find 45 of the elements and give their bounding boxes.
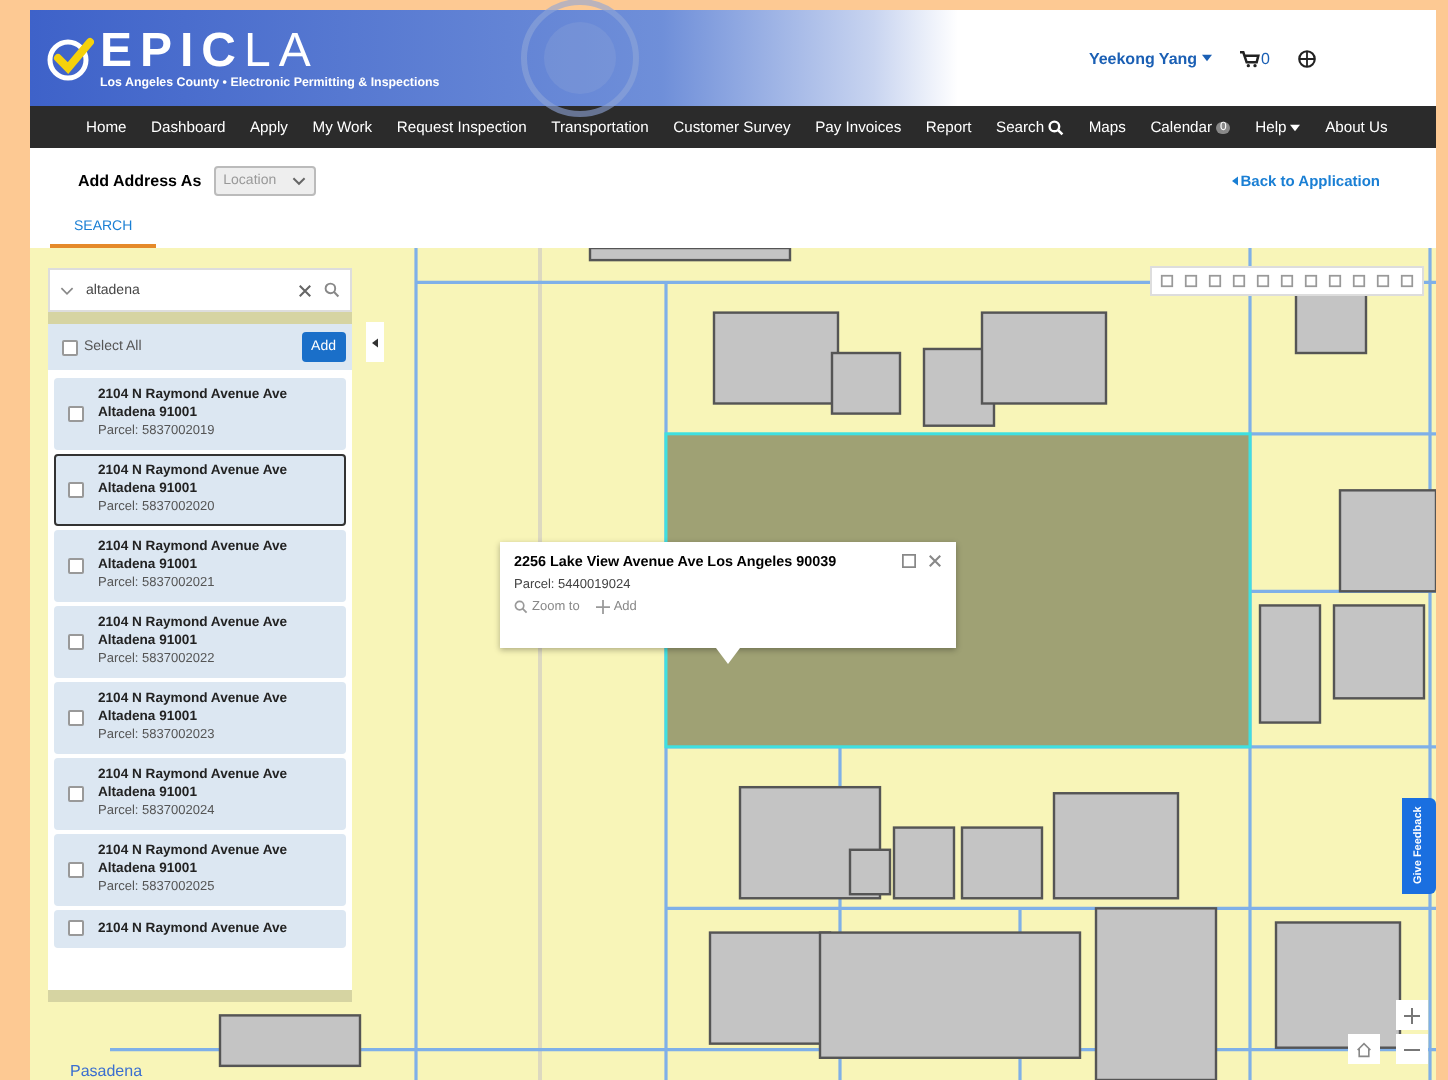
caret-icon	[1290, 123, 1301, 131]
caret-icon[interactable]	[60, 285, 74, 295]
result-checkbox[interactable]	[68, 920, 84, 936]
result-checkbox[interactable]	[68, 481, 84, 497]
plus-icon	[1404, 1007, 1420, 1023]
building	[218, 1014, 362, 1068]
building	[1052, 792, 1180, 900]
result-checkbox[interactable]	[68, 709, 84, 725]
search-icon	[1048, 119, 1065, 135]
checkmark-logo-icon	[46, 34, 94, 82]
add-address-label: Add Address As	[78, 171, 202, 189]
home-button[interactable]	[1348, 1034, 1380, 1064]
building	[1274, 921, 1402, 1049]
result-checkbox[interactable]	[68, 861, 84, 877]
clear-icon[interactable]	[298, 283, 312, 297]
home-icon	[1356, 1041, 1372, 1057]
county-seal-drawing	[519, 0, 640, 118]
building	[1294, 291, 1368, 355]
zoom-out-button[interactable]	[1396, 1034, 1428, 1064]
select-all-checkbox[interactable]	[62, 339, 78, 355]
result-checkbox[interactable]	[68, 785, 84, 801]
caret-icon	[1232, 175, 1239, 185]
building	[960, 826, 1044, 900]
search-icon[interactable]	[324, 282, 340, 298]
result-checkbox[interactable]	[68, 405, 84, 421]
caret-icon	[292, 175, 307, 185]
result-checkbox[interactable]	[68, 557, 84, 573]
close-icon[interactable]	[928, 554, 942, 568]
plus-icon	[595, 600, 610, 614]
globe-icon[interactable]	[1298, 49, 1316, 67]
search-icon	[514, 600, 528, 614]
building	[1258, 604, 1322, 724]
maximize-icon[interactable]	[902, 554, 916, 568]
cart-icon	[1239, 49, 1260, 67]
map-place-label: Pasadena	[70, 1062, 143, 1080]
caret-icon	[372, 337, 378, 347]
site-logo-text[interactable]: EPIC LA	[100, 27, 440, 75]
cart-link[interactable]: 0	[1239, 49, 1270, 67]
building	[1338, 489, 1436, 593]
result-checkbox[interactable]	[68, 633, 84, 649]
panel-collapse-button[interactable]	[366, 322, 384, 362]
zoom-in-button[interactable]	[1396, 1000, 1428, 1030]
user-menu[interactable]: Yeekong Yang	[1088, 49, 1212, 67]
building	[1332, 604, 1426, 700]
caret-icon	[1201, 54, 1212, 62]
